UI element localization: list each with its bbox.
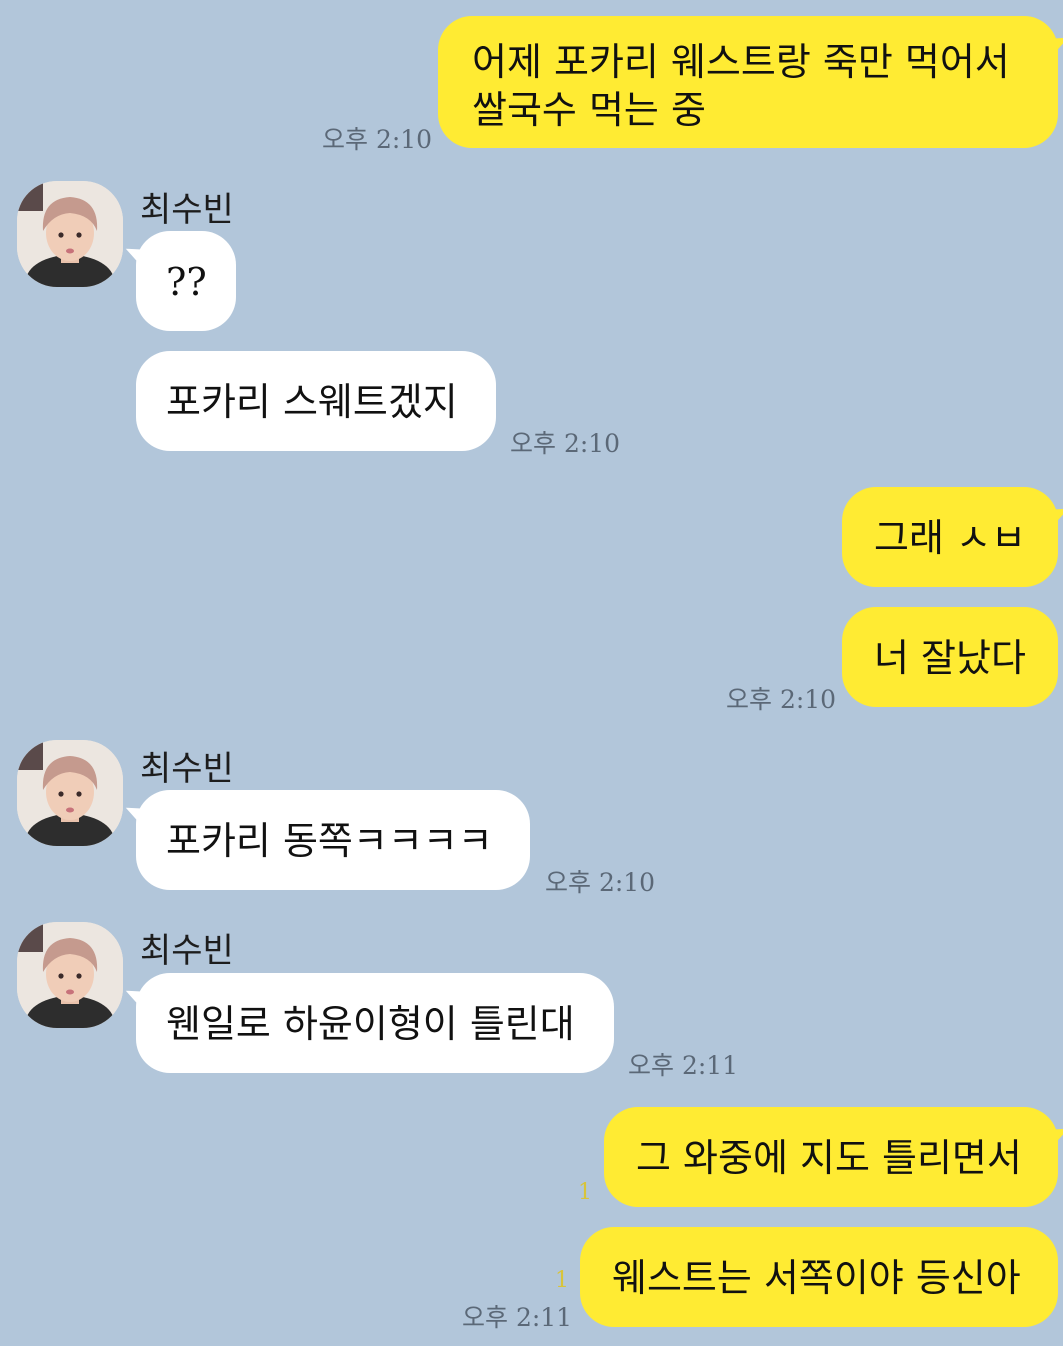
message-text: 포카리 동쪽ㅋㅋㅋㅋ (166, 819, 493, 863)
message-timestamp: 오후 2:10 (545, 868, 656, 897)
message-text: 웨스트는 서쪽이야 등신아 (612, 1256, 1021, 1300)
profile-photo (17, 740, 123, 846)
avatar[interactable] (17, 740, 123, 846)
unread-count: 1 (578, 1180, 592, 1205)
my-message-bubble[interactable]: 너 잘났다 (842, 607, 1058, 707)
message-text: 그래 ㅅㅂ (874, 516, 1026, 560)
message-timestamp: 오후 2:10 (322, 125, 433, 154)
message-text-line: 쌀국수 먹는 중 (472, 88, 706, 132)
profile-photo (17, 922, 123, 1028)
message-text: 그 와중에 지도 틀리면서 (636, 1136, 1022, 1180)
profile-photo (17, 181, 123, 287)
message-text: 웬일로 하윤이형이 틀린대 (166, 1002, 575, 1046)
message-text: 너 잘났다 (874, 636, 1026, 680)
avatar[interactable] (17, 181, 123, 287)
message-timestamp: 오후 2:11 (462, 1303, 573, 1332)
message-text-line: 어제 포카리 웨스트랑 죽만 먹어서 (472, 40, 1010, 84)
sender-name: 최수빈 (140, 190, 234, 230)
sender-name: 최수빈 (140, 749, 234, 789)
message-text: ?? (166, 260, 207, 304)
unread-count: 1 (555, 1268, 569, 1293)
my-message-bubble[interactable]: 어제 포카리 웨스트랑 죽만 먹어서 쌀국수 먹는 중 (438, 16, 1058, 148)
their-message-bubble[interactable]: 웬일로 하윤이형이 틀린대 (136, 973, 614, 1073)
message-timestamp: 오후 2:10 (510, 429, 621, 458)
sender-name: 최수빈 (140, 931, 234, 971)
their-message-bubble[interactable]: ?? (136, 231, 236, 331)
their-message-bubble[interactable]: 포카리 동쪽ㅋㅋㅋㅋ (136, 790, 530, 890)
my-message-bubble[interactable]: 웨스트는 서쪽이야 등신아 (580, 1227, 1058, 1327)
avatar[interactable] (17, 922, 123, 1028)
message-timestamp: 오후 2:11 (628, 1051, 739, 1080)
message-timestamp: 오후 2:10 (726, 685, 837, 714)
my-message-bubble[interactable]: 그래 ㅅㅂ (842, 487, 1058, 587)
message-text: 포카리 스웨트겠지 (166, 380, 458, 424)
my-message-bubble[interactable]: 그 와중에 지도 틀리면서 (604, 1107, 1058, 1207)
their-message-bubble[interactable]: 포카리 스웨트겠지 (136, 351, 496, 451)
